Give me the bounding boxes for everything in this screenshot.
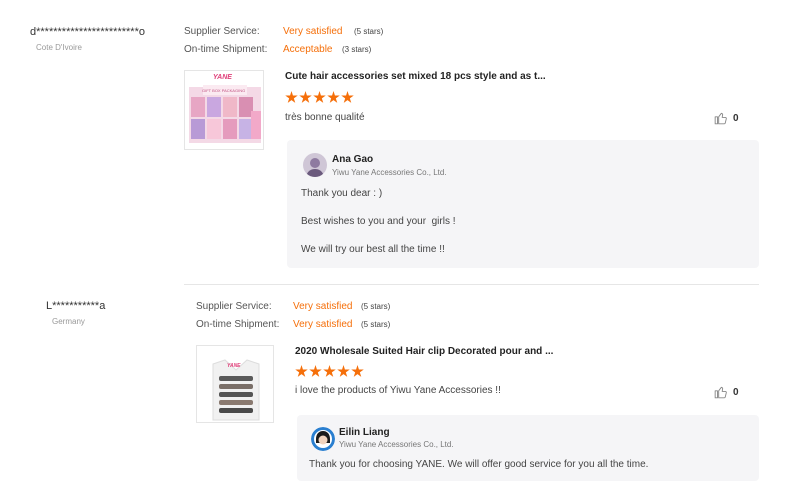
replier-name: Eilin Liang (339, 427, 390, 438)
product-rating-stars (295, 365, 364, 378)
buyer-name: L***********a (46, 300, 106, 312)
rating-label: Supplier Service: (184, 26, 260, 37)
on-time-shipment-rating: On-time Shipment: Very satisfied (5 star… (196, 318, 390, 332)
product-rating-stars (285, 91, 354, 104)
rating-stars-count: (5 stars) (361, 320, 391, 329)
rating-stars-count: (5 stars) (361, 302, 391, 311)
star-icon (285, 91, 298, 103)
buyer-country: Cote D'Ivoire (36, 43, 82, 52)
product-title-link[interactable]: 2020 Wholesale Suited Hair clip Decorate… (295, 346, 553, 357)
reply-text-line: Thank you for choosing YANE. We will off… (309, 459, 649, 470)
thumb-brand-text: YANE (213, 74, 232, 81)
reply-text-line: We will try our best all the time !! (301, 244, 445, 255)
thumb-brand-text: YANE (227, 363, 241, 369)
reply-text-line: Best wishes to you and your girls ! (301, 216, 456, 227)
rating-value: Very satisfied (293, 301, 353, 312)
star-icon (337, 365, 350, 377)
supplier-service-rating: Supplier Service: Very satisfied (5 star… (196, 300, 390, 314)
replier-name: Ana Gao (332, 154, 374, 165)
rating-value: Very satisfied (283, 26, 343, 37)
product-thumbnail[interactable]: YANE (196, 345, 274, 423)
avatar (311, 427, 335, 451)
supplier-reply: Eilin Liang Yiwu Yane Accessories Co., L… (297, 415, 759, 481)
star-icon (351, 365, 364, 377)
on-time-shipment-rating: On-time Shipment: Acceptable (3 stars) (184, 43, 371, 57)
like-count: 0 (733, 112, 739, 124)
buyer-country: Germany (52, 317, 85, 326)
star-icon (309, 365, 322, 377)
review-item: d************************o Cote D'Ivoire… (0, 0, 800, 285)
star-icon (341, 91, 354, 103)
rating-stars-count: (3 stars) (342, 45, 372, 54)
product-title-link[interactable]: Cute hair accessories set mixed 18 pcs s… (285, 71, 546, 82)
star-icon (295, 365, 308, 377)
like-button[interactable]: 0 (714, 111, 739, 125)
supplier-service-rating: Supplier Service: Very satisfied (5 star… (184, 25, 383, 39)
review-item: L***********a Germany Supplier Service: … (0, 285, 800, 500)
star-icon (323, 365, 336, 377)
buyer-name: d************************o (30, 26, 145, 38)
product-image (185, 71, 263, 149)
rating-label: On-time Shipment: (184, 44, 268, 55)
product-thumbnail[interactable]: YANE GIFT BOX PACKAGING (184, 70, 264, 150)
rating-value: Acceptable (283, 44, 333, 55)
thumb-caption-text: GIFT BOX PACKAGING (202, 88, 246, 93)
rating-stars-count: (5 stars) (354, 27, 384, 36)
review-comment: très bonne qualité (285, 112, 365, 123)
star-icon (299, 91, 312, 103)
replier-company: Yiwu Yane Accessories Co., Ltd. (332, 168, 447, 177)
avatar-image (311, 427, 335, 451)
like-count: 0 (733, 386, 739, 398)
rating-label: On-time Shipment: (196, 319, 280, 330)
thumbs-up-icon (714, 386, 727, 399)
rating-value: Very satisfied (293, 319, 353, 330)
avatar (303, 153, 327, 177)
star-icon (327, 91, 340, 103)
product-image (197, 346, 273, 422)
avatar-image (303, 153, 327, 177)
like-button[interactable]: 0 (714, 385, 739, 399)
reply-text-line: Thank you dear : ) (301, 188, 383, 199)
rating-label: Supplier Service: (196, 301, 272, 312)
review-comment: i love the products of Yiwu Yane Accesso… (295, 385, 501, 396)
thumbs-up-icon (714, 112, 727, 125)
star-icon (313, 91, 326, 103)
replier-company: Yiwu Yane Accessories Co., Ltd. (339, 440, 454, 449)
supplier-reply: Ana Gao Yiwu Yane Accessories Co., Ltd. … (287, 140, 759, 268)
